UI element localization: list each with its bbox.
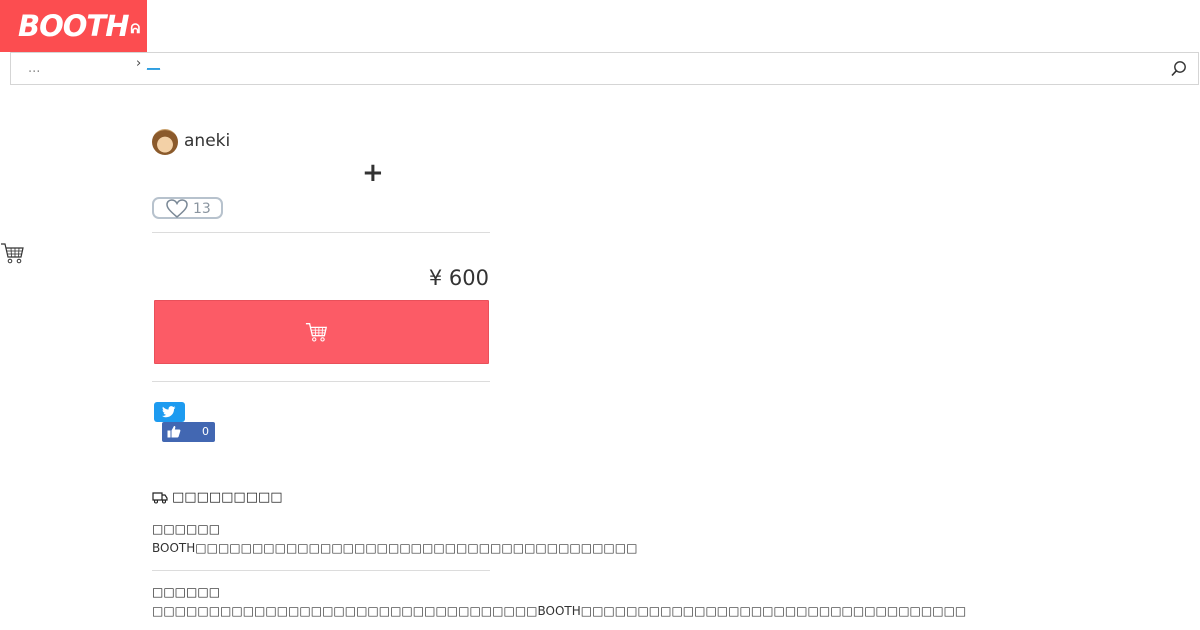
breadcrumb-separator: › [136, 56, 142, 71]
shipping-heading-text: □□□□□□□□□ [172, 490, 283, 505]
add-to-cart-button[interactable] [154, 300, 489, 364]
item-price: ¥ 600 [428, 266, 489, 290]
follow-button[interactable]: + [362, 158, 384, 188]
logo-text: BOOTH [18, 9, 129, 43]
booth-logo[interactable]: BOOTH ᕱ [0, 0, 147, 52]
cat-icon: ᕱ [130, 21, 140, 37]
breadcrumb-link[interactable]: __ [147, 56, 160, 71]
facebook-like-button[interactable]: 0 [162, 422, 215, 442]
like-count: 13 [193, 201, 211, 217]
divider [152, 570, 490, 571]
search-bar[interactable]: ... › __ [10, 52, 1199, 85]
truck-icon [152, 492, 168, 504]
shop-name[interactable]: aneki [184, 131, 230, 151]
search-placeholder[interactable]: ... [28, 61, 40, 76]
cart-icon[interactable] [0, 240, 26, 266]
shipping-section-title: □□□□□□ [152, 585, 221, 599]
tweet-button[interactable] [154, 402, 185, 422]
divider [152, 232, 490, 233]
shipping-heading: □□□□□□□□□ [152, 490, 283, 505]
like-button[interactable]: 13 [152, 197, 223, 219]
facebook-like-count: 0 [202, 425, 209, 438]
search-icon[interactable] [1170, 60, 1188, 78]
shipping-section-body: BOOTH□□□□□□□□□□□□□□□□□□□□□□□□□□□□□□□□□□□… [152, 541, 638, 555]
divider [152, 381, 490, 382]
heart-icon [166, 199, 188, 218]
twitter-icon [162, 406, 176, 418]
shipping-section-title: □□□□□□ [152, 522, 221, 536]
thumbs-up-icon [167, 425, 181, 438]
cart-icon [305, 323, 328, 342]
shop-avatar[interactable] [152, 129, 178, 155]
shipping-section-body: □□□□□□□□□□□□□□□□□□□□□□□□□□□□□□□□□□BOOTH□… [152, 604, 967, 618]
